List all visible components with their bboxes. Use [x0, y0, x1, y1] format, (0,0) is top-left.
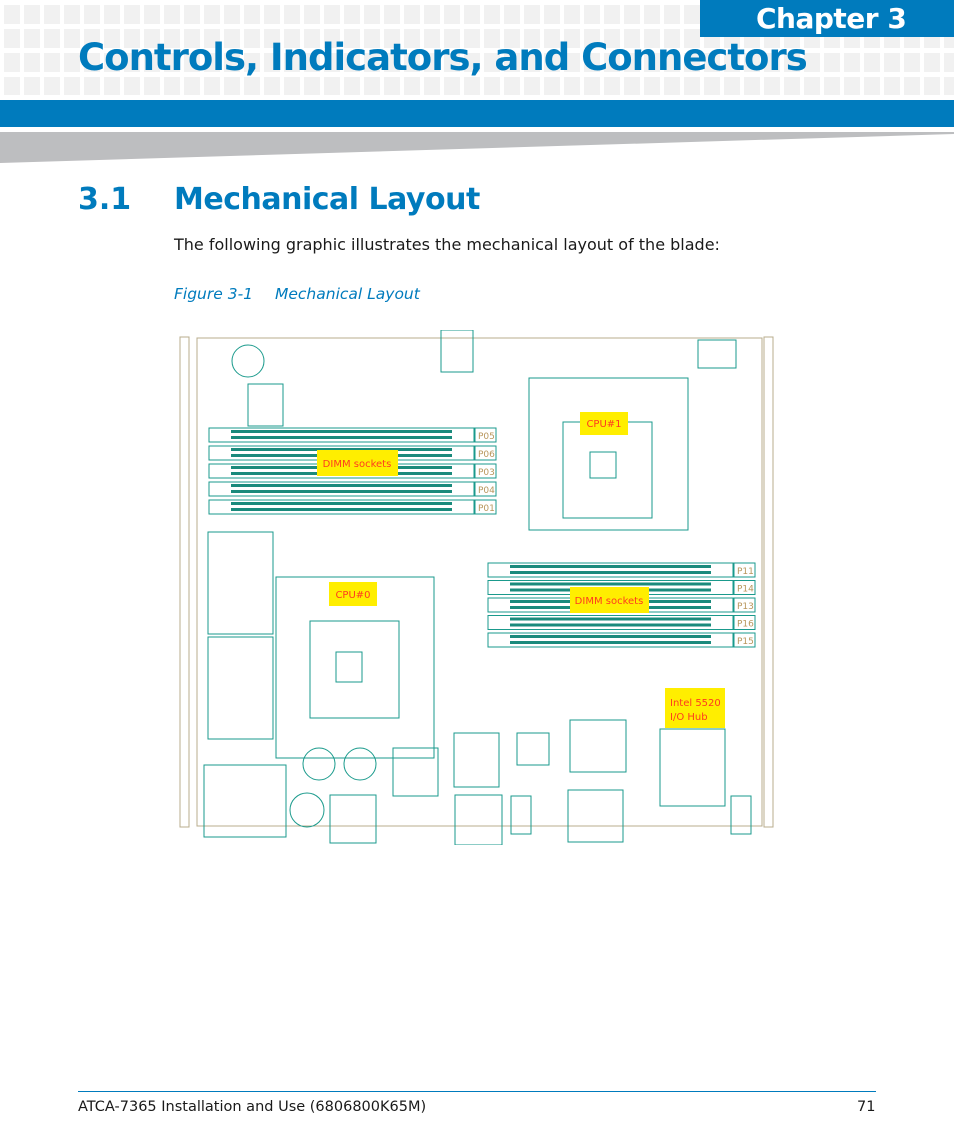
- ioh-label-line2: I/O Hub: [670, 712, 708, 723]
- dimm-slot-label: P03: [478, 468, 495, 478]
- dimm-top-label: DIMM sockets: [317, 450, 398, 476]
- dimm-slot-label: P01: [478, 504, 495, 514]
- dimm-pin-row: [231, 502, 452, 505]
- dimm-pin-row: [231, 508, 452, 511]
- dimm-top-label-text: DIMM sockets: [323, 459, 392, 470]
- dimm-slot-label: P13: [737, 602, 754, 612]
- ioh-label-line1: Intel 5520: [670, 698, 721, 709]
- dimm-pin-row: [510, 641, 711, 644]
- figure-title: Mechanical Layout: [275, 285, 420, 303]
- section-body: The following graphic illustrates the me…: [174, 235, 720, 254]
- ioh-label: Intel 5520 I/O Hub: [665, 688, 725, 728]
- figure-number: Figure 3-1: [174, 285, 254, 303]
- dimm-bottom-label: DIMM sockets: [570, 587, 649, 613]
- dimm-pin-row: [231, 490, 452, 493]
- dimm-pin-row: [510, 635, 711, 638]
- dimm-slot-label: P04: [478, 486, 495, 496]
- chapter-badge: Chapter 3: [700, 0, 954, 37]
- dimm-pin-row: [510, 623, 711, 627]
- footer-divider: [78, 1091, 876, 1092]
- dimm-slot-label: P06: [478, 450, 495, 460]
- dimm-slot-label: P14: [737, 585, 754, 595]
- dimm-slot-label: P15: [737, 637, 754, 647]
- dimm-bottom-label-text: DIMM sockets: [575, 596, 644, 607]
- cpu1-label: CPU#1: [580, 412, 628, 435]
- section-number: 3.1: [78, 182, 132, 217]
- dimm-pin-row: [231, 484, 452, 487]
- cpu0-label: CPU#0: [329, 582, 377, 606]
- dimm-pin-row: [510, 582, 711, 586]
- dimm-pin-row: [231, 430, 452, 433]
- chapter-title: Controls, Indicators, and Connectors: [78, 36, 808, 79]
- page-number: 71: [857, 1099, 876, 1115]
- dimm-slot-label: P05: [478, 432, 495, 442]
- dimm-pin-row: [510, 617, 711, 621]
- cpu1-label-text: CPU#1: [586, 419, 621, 430]
- mechanical-layout-figure: P05 P06 P03 P04 P01 P11 P14 P13 P16 P15 CPU#1 CP…: [179, 330, 774, 845]
- header-wedge: [0, 132, 954, 163]
- dimm-pin-row: [510, 565, 711, 568]
- dimm-pin-row: [231, 436, 452, 439]
- dimm-slot-label: P11: [737, 567, 754, 577]
- section-title: Mechanical Layout: [174, 182, 480, 217]
- footer-doc-title: ATCA-7365 Installation and Use (6806800K…: [78, 1099, 427, 1115]
- cpu0-label-text: CPU#0: [335, 590, 370, 601]
- header-band: [0, 100, 954, 127]
- dimm-slot-label: P16: [737, 620, 754, 630]
- dimm-pin-row: [510, 571, 711, 574]
